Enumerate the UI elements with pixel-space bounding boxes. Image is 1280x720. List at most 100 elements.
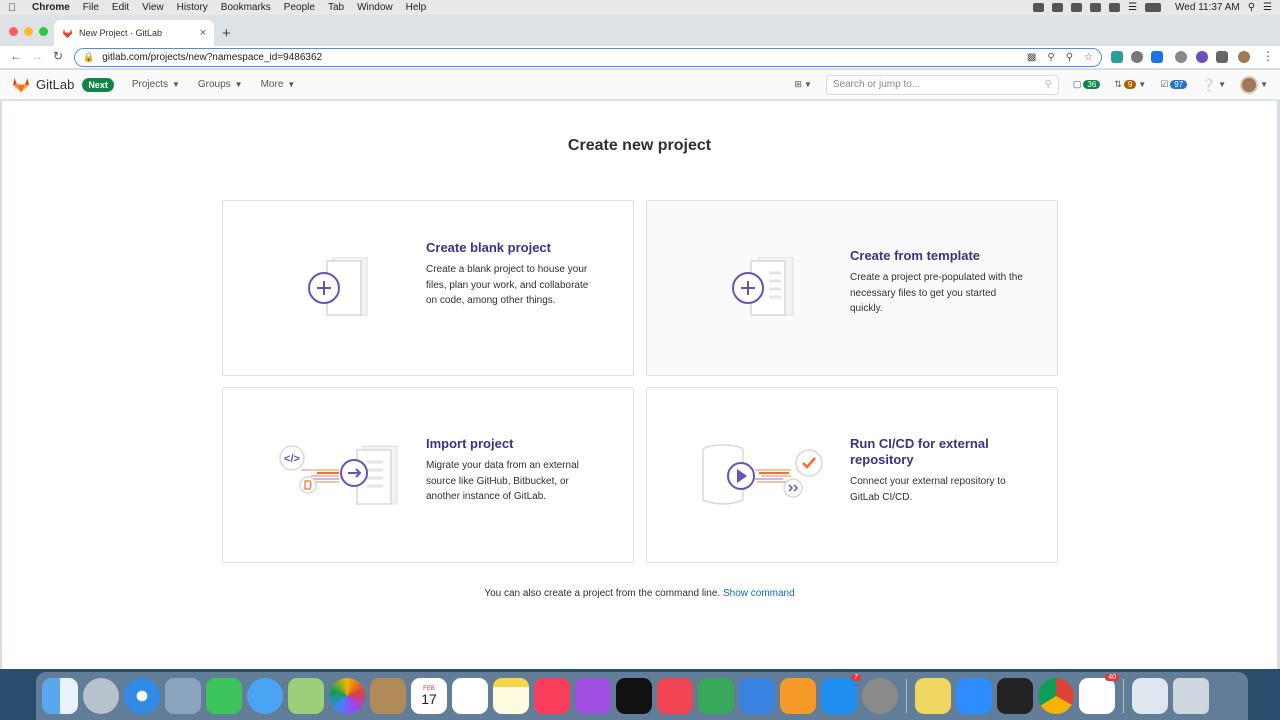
menu-chrome[interactable]: Chrome: [32, 2, 70, 13]
contacts-icon[interactable]: [370, 678, 406, 714]
profile-avatar-icon[interactable]: [1238, 51, 1250, 63]
run-cicd-external-repo-card[interactable]: Run CI/CD for external repository Connec…: [646, 387, 1058, 563]
wifi-icon[interactable]: ☰: [1128, 2, 1137, 13]
window-close-button[interactable]: [9, 27, 18, 36]
safari-icon[interactable]: [124, 678, 160, 714]
gitlab-brand[interactable]: GitLab: [36, 77, 74, 92]
stickies-icon[interactable]: [915, 678, 951, 714]
new-dropdown-button[interactable]: ⊞ ▼: [794, 79, 811, 90]
maps-icon[interactable]: [288, 678, 324, 714]
gitlab-logo-icon[interactable]: [12, 77, 30, 93]
tab-close-icon[interactable]: ×: [200, 27, 206, 39]
menu-help[interactable]: Help: [406, 2, 427, 13]
menu-history[interactable]: History: [177, 2, 208, 13]
spotlight-search-icon[interactable]: ⚲: [1248, 2, 1255, 13]
blank-project-illustration-icon: [308, 257, 368, 316]
todos-counter[interactable]: ☑ 97: [1160, 79, 1188, 90]
url-text[interactable]: gitlab.com/projects/new?namespace_id=948…: [102, 52, 322, 63]
menu-tab[interactable]: Tab: [328, 2, 344, 13]
messages-icon[interactable]: [247, 678, 283, 714]
help-dropdown[interactable]: ❔ ▼: [1201, 78, 1226, 92]
nav-groups-dropdown[interactable]: Groups ▼: [198, 79, 243, 90]
keynote-icon[interactable]: [739, 678, 775, 714]
reload-icon[interactable]: ↻: [53, 49, 63, 63]
menu-clock[interactable]: Wed 11:37 AM: [1175, 2, 1240, 13]
zoom-app-icon[interactable]: [956, 678, 992, 714]
dock-separator: [906, 679, 907, 713]
apple-menu-icon[interactable]: : [8, 2, 22, 14]
calendar-icon[interactable]: FEB 17: [411, 678, 447, 714]
trash-icon[interactable]: [1173, 678, 1209, 714]
podcasts-icon[interactable]: [575, 678, 611, 714]
notes-icon[interactable]: [493, 678, 529, 714]
back-arrow-icon[interactable]: ←: [10, 49, 22, 63]
address-bar[interactable]: 🔒 gitlab.com/projects/new?namespace_id=9…: [74, 48, 1102, 67]
merge-requests-counter[interactable]: ⇅ 9 ▼: [1114, 79, 1146, 90]
qr-code-icon[interactable]: ▩: [1027, 52, 1036, 63]
tray-app-icon[interactable]: [1071, 3, 1083, 12]
docker-icon[interactable]: [1033, 3, 1045, 12]
control-center-icon[interactable]: ☰: [1263, 2, 1272, 13]
launchpad-icon[interactable]: [83, 678, 119, 714]
lock-icon[interactable]: 🔒: [83, 52, 94, 63]
card-title[interactable]: Run CI/CD for external repository: [850, 436, 1025, 467]
search-input[interactable]: Search or jump to... ⚲: [825, 74, 1059, 95]
zoom-icon[interactable]: ⚲: [1066, 52, 1073, 63]
photos-icon[interactable]: [329, 678, 365, 714]
music-icon[interactable]: [534, 678, 570, 714]
terminal-icon[interactable]: [997, 678, 1033, 714]
window-minimize-button[interactable]: [24, 27, 33, 36]
bookmark-star-icon[interactable]: ☆: [1084, 52, 1093, 63]
card-title[interactable]: Create blank project: [426, 240, 551, 255]
show-command-link[interactable]: Show command: [723, 588, 795, 599]
apple-tv-icon[interactable]: [616, 678, 652, 714]
menu-bookmarks[interactable]: Bookmarks: [221, 2, 271, 13]
forward-arrow-icon[interactable]: →: [31, 49, 43, 63]
downloads-folder-icon[interactable]: [1132, 678, 1168, 714]
pages-icon[interactable]: [780, 678, 816, 714]
battery-icon[interactable]: [1145, 3, 1162, 12]
card-title[interactable]: Import project: [426, 436, 513, 451]
menu-view[interactable]: View: [142, 2, 164, 13]
numbers-icon[interactable]: [698, 678, 734, 714]
card-title[interactable]: Create from template: [850, 248, 980, 263]
chrome-icon[interactable]: [1038, 678, 1074, 714]
nav-projects-dropdown[interactable]: Projects ▼: [132, 79, 180, 90]
menu-people[interactable]: People: [284, 2, 315, 13]
extension-icon[interactable]: [1175, 51, 1187, 63]
chrome-menu-icon[interactable]: ⋮: [1262, 49, 1274, 63]
preview-icon[interactable]: [165, 678, 201, 714]
puzzle-extensions-icon[interactable]: [1216, 51, 1228, 63]
tray-app-icon[interactable]: [1109, 3, 1121, 12]
menu-edit[interactable]: Edit: [112, 2, 129, 13]
menu-window[interactable]: Window: [357, 2, 393, 13]
browser-tab[interactable]: New Project · GitLab ×: [54, 20, 214, 46]
extension-icon[interactable]: [1111, 51, 1123, 63]
extension-icon[interactable]: [1196, 51, 1208, 63]
tray-app-icon[interactable]: [1052, 3, 1064, 12]
key-icon[interactable]: ⚲: [1047, 52, 1054, 63]
new-tab-button[interactable]: +: [222, 25, 231, 42]
next-badge[interactable]: Next: [82, 77, 114, 92]
create-from-template-card[interactable]: Create from template Create a project pr…: [646, 200, 1058, 376]
menu-file[interactable]: File: [83, 2, 99, 13]
extension-new-icon[interactable]: [1151, 51, 1163, 63]
macos-menu-bar:  Chrome File Edit View History Bookmark…: [0, 0, 1280, 15]
slack-icon[interactable]: 40: [1079, 674, 1119, 714]
import-project-card[interactable]: </> Import project Migrate your data fro…: [222, 387, 634, 563]
reminders-icon[interactable]: [452, 678, 488, 714]
airplay-icon[interactable]: [1090, 3, 1102, 12]
command-line-hint: You can also create a project from the c…: [2, 588, 1277, 599]
user-menu[interactable]: ▼: [1240, 75, 1268, 94]
facetime-icon[interactable]: [206, 678, 242, 714]
news-icon[interactable]: [657, 678, 693, 714]
template-illustration-icon: [732, 257, 794, 316]
create-blank-project-card[interactable]: Create blank project Create a blank proj…: [222, 200, 634, 376]
system-preferences-icon[interactable]: [862, 678, 898, 714]
extension-icon[interactable]: [1131, 51, 1143, 63]
issues-counter[interactable]: ▢ 36: [1073, 79, 1101, 90]
window-zoom-button[interactable]: [39, 27, 48, 36]
app-store-icon[interactable]: 7: [821, 674, 861, 714]
finder-icon[interactable]: [42, 678, 78, 714]
nav-more-dropdown[interactable]: More ▼: [261, 79, 296, 90]
